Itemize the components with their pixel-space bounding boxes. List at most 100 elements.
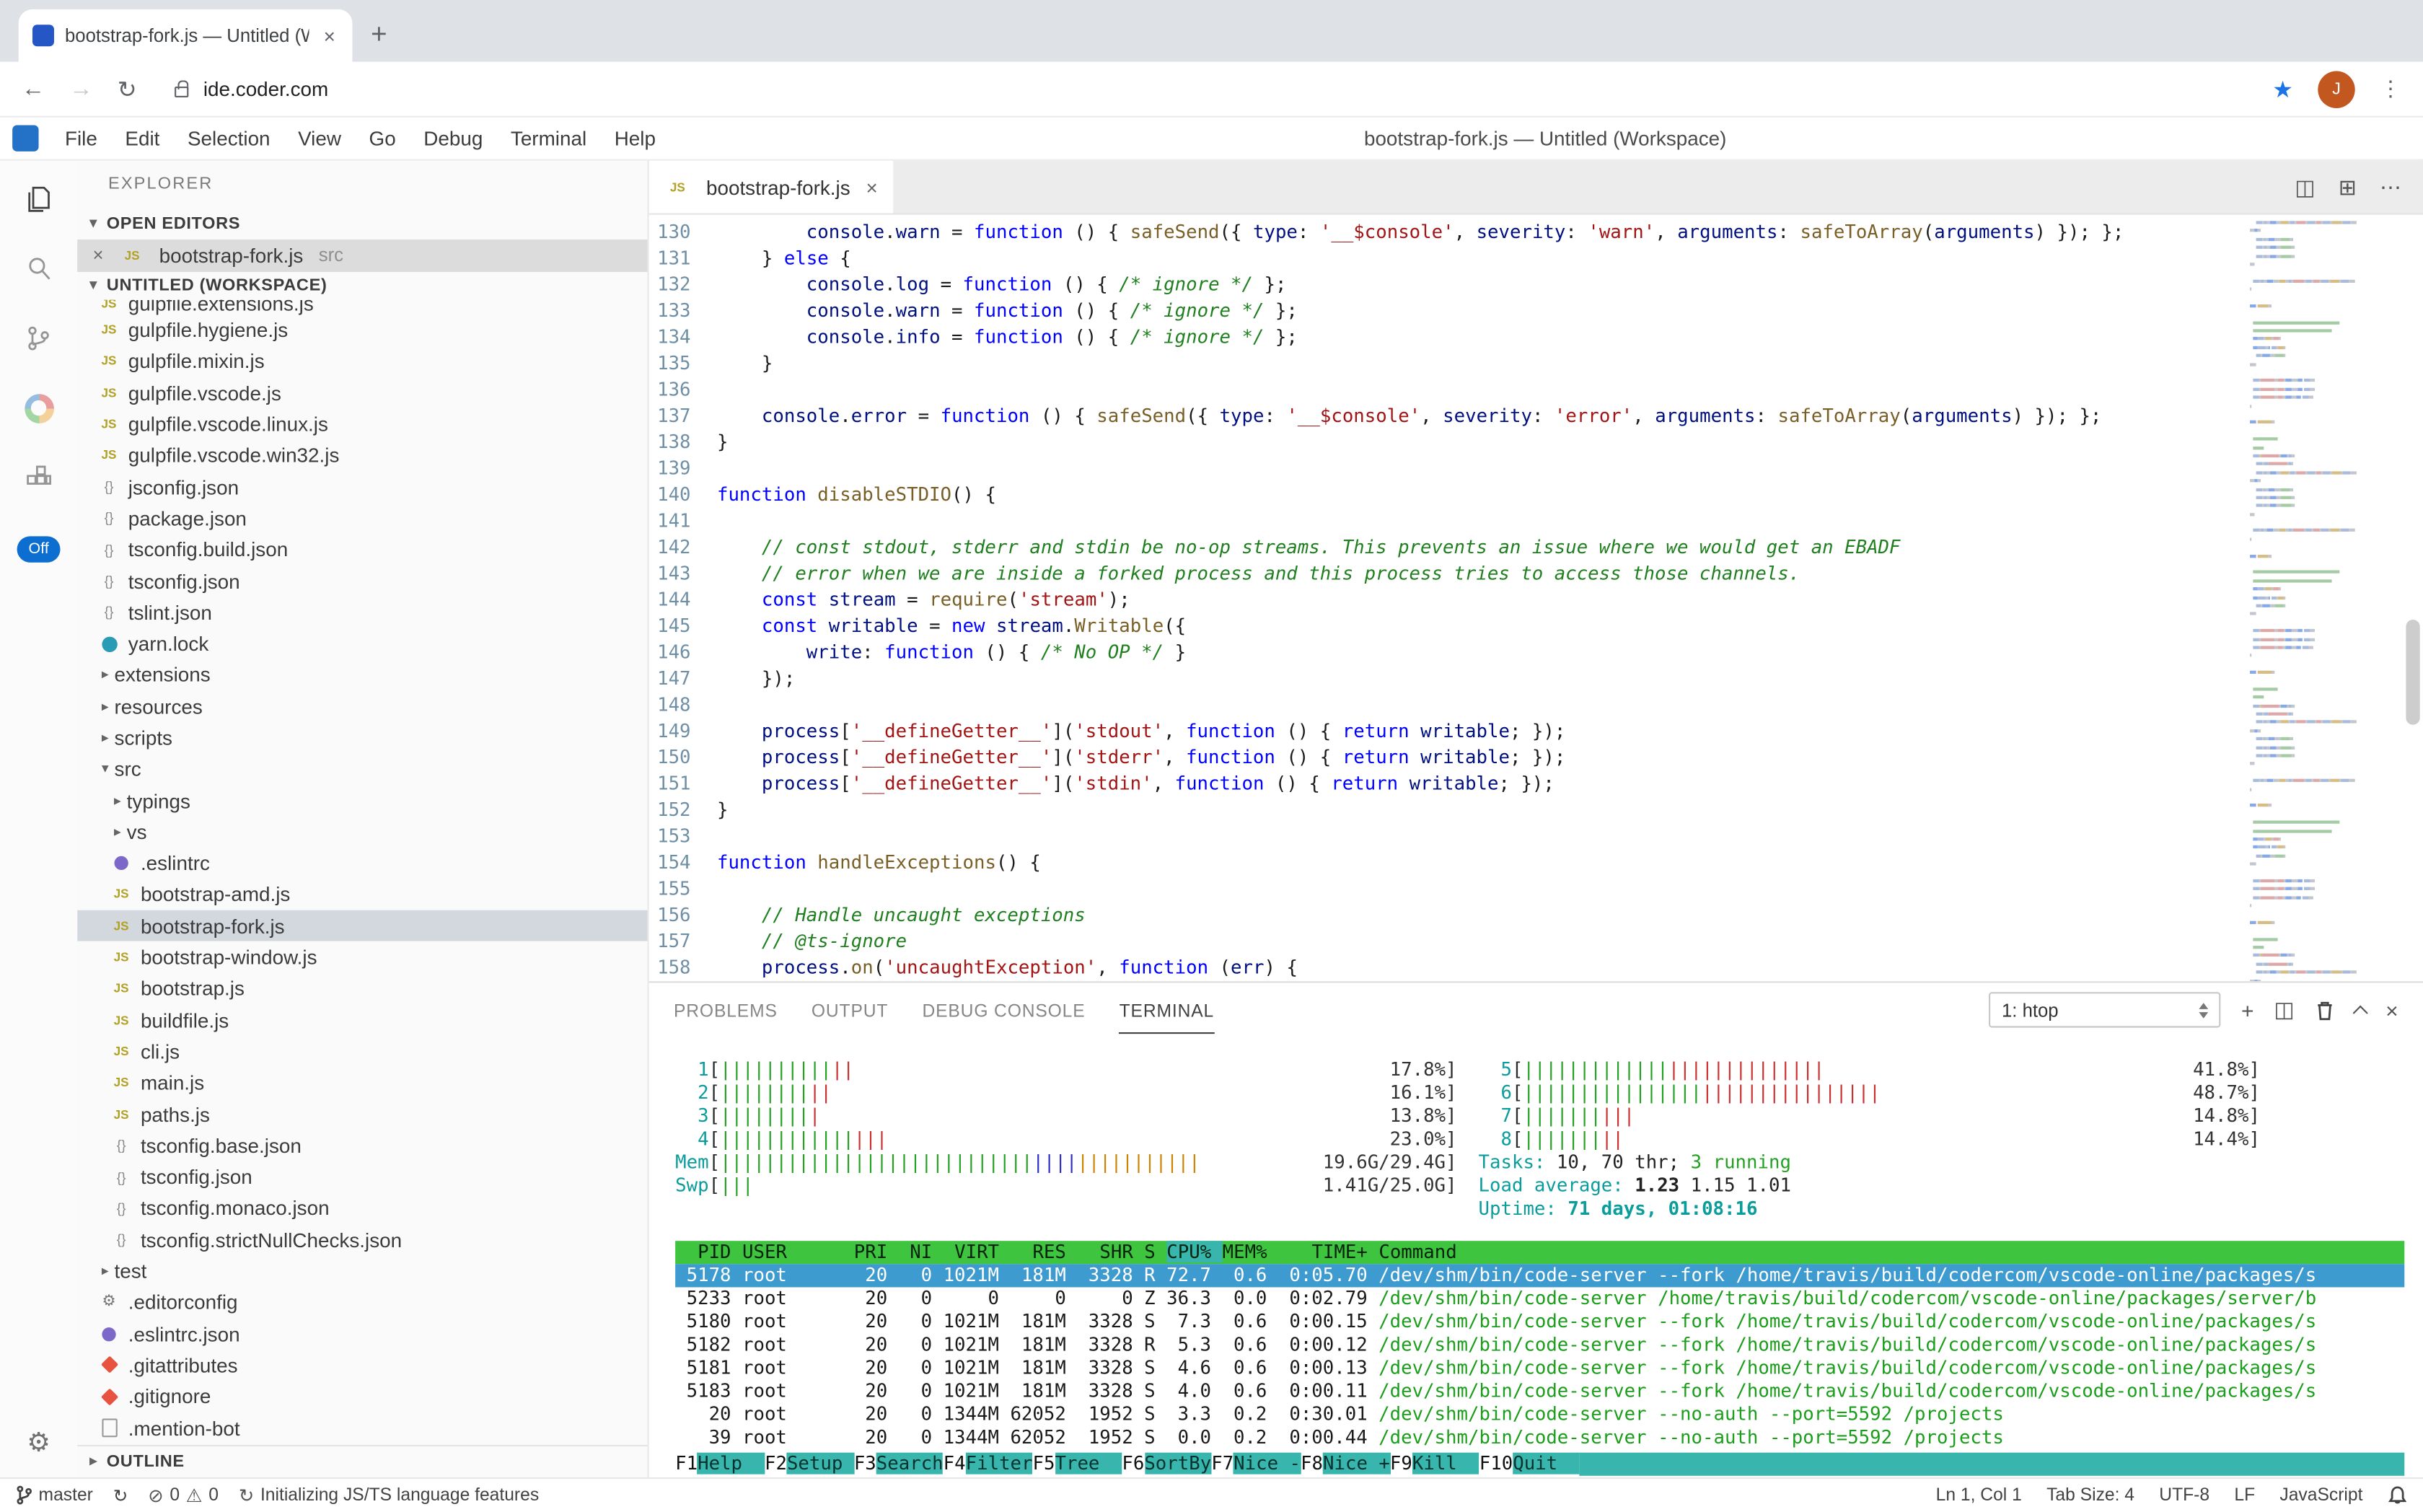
language-mode[interactable]: JavaScript xyxy=(2279,1486,2362,1505)
eol[interactable]: LF xyxy=(2234,1486,2255,1505)
tree-item[interactable]: .eslintrc xyxy=(77,848,647,879)
code-line[interactable]: 137 console.error = function () { safeSe… xyxy=(649,403,2423,429)
url-text[interactable]: ide.coder.com xyxy=(203,77,328,100)
tree-item[interactable]: {}tsconfig.strictNullChecks.json xyxy=(77,1224,647,1255)
code-line[interactable]: 135 } xyxy=(649,351,2423,377)
tab-close-icon[interactable]: × xyxy=(320,24,338,47)
source-control-icon[interactable] xyxy=(22,322,56,356)
code-line[interactable]: 142 // const stdout, stderr and stdin be… xyxy=(649,535,2423,561)
fkey-f4[interactable]: F4Filter xyxy=(944,1453,1033,1476)
code-editor[interactable]: 130 console.warn = function () { safeSen… xyxy=(649,215,2423,982)
cursor-position[interactable]: Ln 1, Col 1 xyxy=(1936,1486,2022,1505)
code-line[interactable]: 157 // @ts-ignore xyxy=(649,928,2423,954)
panel-tab-debug-console[interactable]: DEBUG CONSOLE xyxy=(922,987,1085,1033)
address-bar[interactable]: ide.coder.com xyxy=(162,77,2248,100)
plugin-icon[interactable] xyxy=(22,391,56,425)
code-line[interactable]: 141 xyxy=(649,509,2423,535)
process-row[interactable]: 5180 root 20 0 1021M 181M 3328 S 7.3 0.6… xyxy=(675,1311,2404,1334)
bookmark-star-icon[interactable]: ★ xyxy=(2272,75,2293,103)
open-editor-item[interactable]: × JS bootstrap-fork.js src xyxy=(77,239,647,271)
tree-item[interactable]: JSbootstrap-window.js xyxy=(77,942,647,973)
extensions-icon[interactable] xyxy=(22,460,56,494)
fkey-f6[interactable]: F6SortBy xyxy=(1122,1453,1211,1476)
kill-terminal-icon[interactable] xyxy=(2315,999,2335,1021)
process-row[interactable]: 5233 root 20 0 0 0 0 Z 36.3 0.0 0:02.79 … xyxy=(675,1287,2404,1310)
fkey-f5[interactable]: F5Tree xyxy=(1033,1453,1122,1476)
code-line[interactable]: 151 process['__defineGetter__']('stdin',… xyxy=(649,771,2423,797)
menu-item-help[interactable]: Help xyxy=(600,127,669,150)
tree-item[interactable]: JSbootstrap.js xyxy=(77,973,647,1004)
minimap[interactable] xyxy=(2250,221,2398,981)
code-line[interactable]: 144 const stream = require('stream'); xyxy=(649,587,2423,613)
code-line[interactable]: 150 process['__defineGetter__']('stderr'… xyxy=(649,745,2423,771)
outline-header[interactable]: ▸ OUTLINE xyxy=(77,1444,647,1477)
code-line[interactable]: 158 process.on('uncaughtException', func… xyxy=(649,955,2423,981)
fkey-f2[interactable]: F2Setup xyxy=(765,1453,854,1476)
sync-icon[interactable]: ↻ xyxy=(113,1485,128,1506)
browser-tab[interactable]: bootstrap-fork.js — Untitled (W × xyxy=(19,9,353,62)
code-line[interactable]: 153 xyxy=(649,824,2423,850)
reload-icon[interactable]: ↻ xyxy=(118,75,137,103)
code-line[interactable]: 156 // Handle uncaught exceptions xyxy=(649,902,2423,928)
split-terminal-icon[interactable]: ◫ xyxy=(2274,997,2294,1023)
menu-item-view[interactable]: View xyxy=(284,127,355,150)
tree-item[interactable]: ⚙.editorconfig xyxy=(77,1287,647,1318)
menu-item-file[interactable]: File xyxy=(51,127,111,150)
process-row[interactable]: 20 root 20 0 1344M 62052 1952 S 3.3 0.2 … xyxy=(675,1403,2404,1426)
code-line[interactable]: 133 console.warn = function () { /* igno… xyxy=(649,298,2423,324)
tree-item[interactable]: JSgulpfile.vscode.win32.js xyxy=(77,440,647,471)
code-line[interactable]: 136 xyxy=(649,377,2423,403)
browser-menu-icon[interactable]: ⋮ xyxy=(2380,76,2401,102)
tree-item[interactable]: yarn.lock xyxy=(77,628,647,659)
process-row[interactable]: 39 root 20 0 1344M 62052 1952 S 0.0 0.2 … xyxy=(675,1426,2404,1449)
tree-item[interactable]: {}tsconfig.json xyxy=(77,1161,647,1192)
menu-item-edit[interactable]: Edit xyxy=(111,127,174,150)
tree-item[interactable]: ▸resources xyxy=(77,691,647,722)
code-line[interactable]: 155 xyxy=(649,876,2423,902)
tree-item[interactable]: ▸typings xyxy=(77,785,647,816)
settings-gear-icon[interactable]: ⚙ xyxy=(27,1428,50,1459)
problems-indicator[interactable]: ⊘ 0 ⚠ 0 xyxy=(148,1485,219,1506)
fkey-f9[interactable]: F9Kill xyxy=(1390,1453,1479,1476)
tree-item[interactable]: JSgulpfile.vscode.js xyxy=(77,377,647,408)
tree-item[interactable]: JSbuildfile.js xyxy=(77,1004,647,1035)
tree-item[interactable]: {}tsconfig.build.json xyxy=(77,534,647,565)
fkey-f10[interactable]: F10Quit xyxy=(1479,1453,1580,1476)
code-line[interactable]: 152} xyxy=(649,797,2423,823)
tree-item[interactable]: JSgulpfile.hygiene.js xyxy=(77,315,647,346)
tree-item[interactable]: ▸scripts xyxy=(77,722,647,753)
terminal-select[interactable]: 1: htop xyxy=(1989,992,2221,1027)
back-icon[interactable]: ← xyxy=(22,76,45,102)
workspace-header[interactable]: ▾ UNTITLED (WORKSPACE) xyxy=(77,271,647,299)
code-line[interactable]: 149 process['__defineGetter__']('stdout'… xyxy=(649,718,2423,744)
code-line[interactable]: 138} xyxy=(649,430,2423,456)
editor-tab[interactable]: JS bootstrap-fork.js × xyxy=(649,161,893,214)
tree-item[interactable]: {}tsconfig.base.json xyxy=(77,1130,647,1161)
explorer-icon[interactable] xyxy=(22,183,56,216)
tree-item[interactable]: JScli.js xyxy=(77,1036,647,1067)
tree-item[interactable]: JSgulpfile.extensions.js xyxy=(77,299,647,315)
tree-item[interactable]: JSpaths.js xyxy=(77,1099,647,1130)
code-line[interactable]: 134 console.info = function () { /* igno… xyxy=(649,325,2423,351)
branch-indicator[interactable]: master xyxy=(15,1485,92,1506)
tab-size[interactable]: Tab Size: 4 xyxy=(2046,1486,2134,1505)
code-line[interactable]: 132 console.log = function () { /* ignor… xyxy=(649,272,2423,298)
close-panel-icon[interactable]: × xyxy=(2385,998,2398,1022)
panel-tab-terminal[interactable]: TERMINAL xyxy=(1120,987,1214,1033)
panel-tab-problems[interactable]: PROBLEMS xyxy=(674,987,778,1033)
tree-item[interactable]: JSgulpfile.mixin.js xyxy=(77,346,647,377)
tree-item[interactable]: ▾src xyxy=(77,754,647,785)
forward-icon[interactable]: → xyxy=(69,76,92,102)
code-line[interactable]: 145 const writable = new stream.Writable… xyxy=(649,613,2423,639)
open-editors-header[interactable]: ▾ OPEN EDITORS xyxy=(77,207,647,239)
new-terminal-icon[interactable]: + xyxy=(2241,998,2254,1022)
menu-item-debug[interactable]: Debug xyxy=(410,127,497,150)
code-line[interactable]: 131 } else { xyxy=(649,246,2423,272)
split-editor-icon[interactable]: ◫ xyxy=(2295,174,2315,200)
tree-item[interactable]: JSbootstrap-amd.js xyxy=(77,879,647,910)
fkey-f1[interactable]: F1Help xyxy=(675,1453,765,1476)
code-line[interactable]: 148 xyxy=(649,693,2423,718)
fkey-f3[interactable]: F3Search xyxy=(854,1453,944,1476)
avatar[interactable]: J xyxy=(2318,70,2354,107)
tree-item[interactable]: .mention-bot xyxy=(77,1412,647,1443)
